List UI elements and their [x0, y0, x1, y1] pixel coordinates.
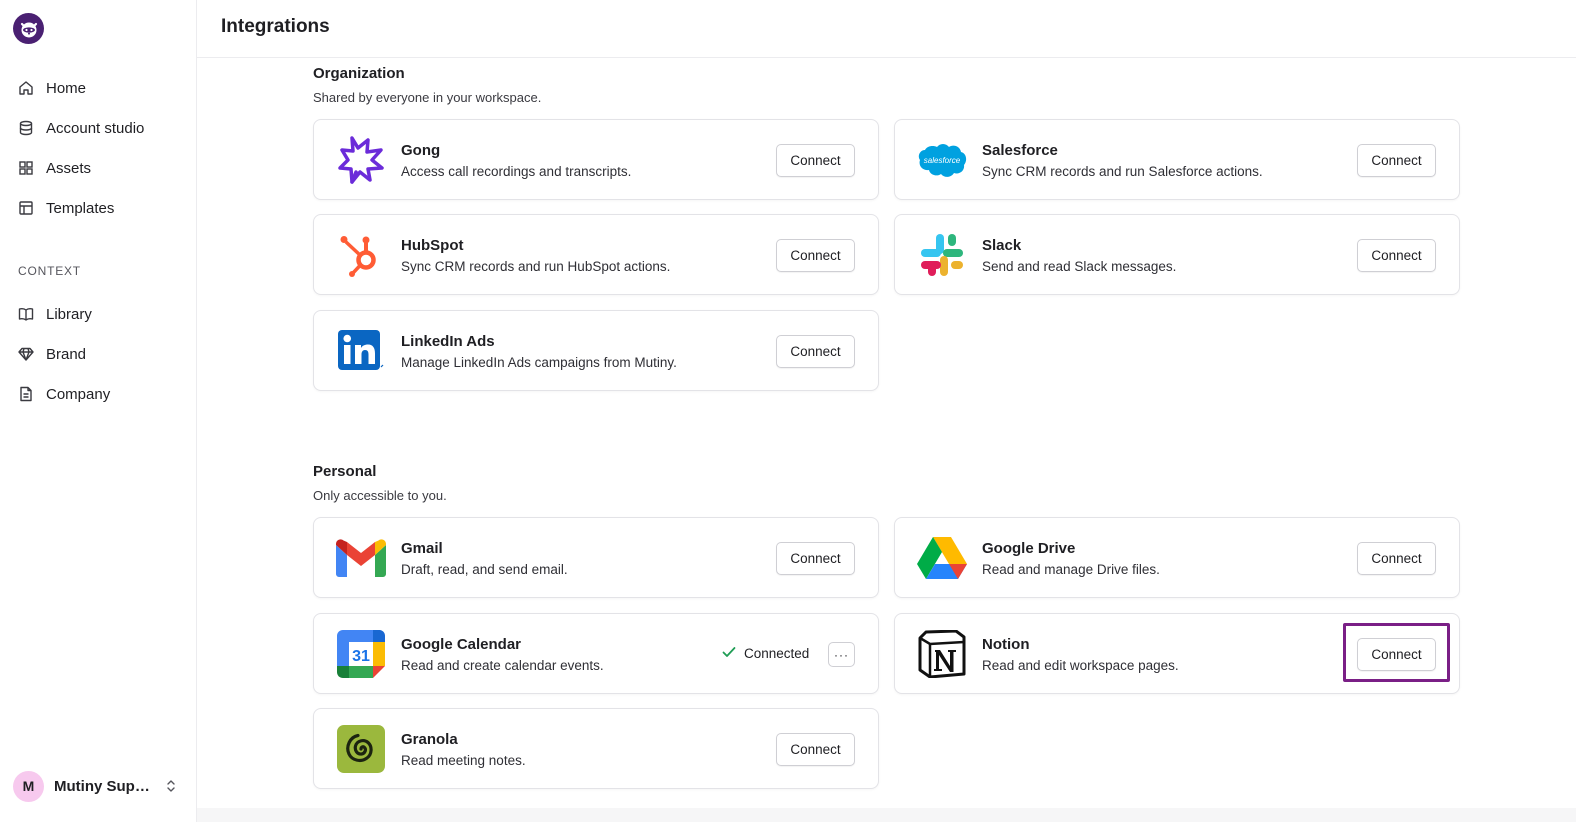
- document-icon: [18, 386, 34, 402]
- nav-item-library[interactable]: Library: [0, 294, 196, 334]
- integration-card-notion: Notion Read and edit workspace pages. Co…: [894, 613, 1460, 694]
- integration-description: Send and read Slack messages.: [982, 259, 1177, 274]
- nav-item-assets[interactable]: Assets: [0, 148, 196, 188]
- connected-label: Connected: [744, 645, 810, 661]
- connect-button[interactable]: Connect: [776, 542, 855, 575]
- user-name: Mutiny Support: [54, 777, 154, 795]
- linkedin-logo-icon: [336, 327, 386, 375]
- home-icon: [18, 80, 34, 96]
- nav-item-templates[interactable]: Templates: [0, 188, 196, 228]
- integration-card-granola: Granola Read meeting notes. Connect: [313, 708, 879, 789]
- integration-name: Granola: [401, 731, 458, 748]
- integration-card-linkedin-ads: LinkedIn Ads Manage LinkedIn Ads campaig…: [313, 310, 879, 391]
- nav-item-company[interactable]: Company: [0, 374, 196, 414]
- bottom-strip: [197, 808, 1576, 822]
- chevron-up-down-icon: [166, 779, 176, 793]
- context-heading: CONTEXT: [18, 264, 81, 278]
- page-title: Integrations: [221, 16, 330, 37]
- grid-icon: [18, 160, 34, 176]
- connect-button[interactable]: Connect: [1357, 239, 1436, 272]
- book-icon: [18, 306, 34, 322]
- calendar-date-text: 31: [352, 648, 370, 665]
- integration-card-hubspot: HubSpot Sync CRM records and run HubSpot…: [313, 214, 879, 295]
- integration-card-slack: Slack Send and read Slack messages. Conn…: [894, 214, 1460, 295]
- google-drive-logo-icon: [917, 534, 967, 582]
- database-icon: [18, 120, 34, 136]
- page-header: Integrations: [197, 0, 1576, 58]
- connected-status: Connected: [722, 645, 809, 661]
- integration-name: Gong: [401, 142, 441, 159]
- nav-item-label: Account studio: [46, 119, 145, 137]
- integration-card-gmail: Gmail Draft, read, and send email. Conne…: [313, 517, 879, 598]
- integration-card-google-drive: Google Drive Read and manage Drive files…: [894, 517, 1460, 598]
- salesforce-logo-text: salesforce: [924, 156, 961, 165]
- salesforce-logo-icon: salesforce: [917, 136, 967, 184]
- connect-button[interactable]: Connect: [776, 144, 855, 177]
- connect-button[interactable]: Connect: [776, 733, 855, 766]
- connect-button[interactable]: Connect: [1357, 144, 1436, 177]
- integration-name: HubSpot: [401, 237, 464, 254]
- diamond-icon: [18, 346, 34, 362]
- integration-description: Read and manage Drive files.: [982, 562, 1160, 577]
- user-switcher[interactable]: M Mutiny Support: [13, 770, 185, 802]
- nav-item-account-studio[interactable]: Account studio: [0, 108, 196, 148]
- main-content: Organization Shared by everyone in your …: [197, 58, 1576, 808]
- nav-item-label: Company: [46, 385, 111, 403]
- integration-name: Slack: [982, 237, 1022, 254]
- notion-logo-icon: [917, 630, 967, 678]
- app-logo[interactable]: [13, 13, 44, 44]
- integration-description: Access call recordings and transcripts.: [401, 164, 632, 179]
- nav-item-label: Assets: [46, 159, 92, 177]
- integration-name: Google Drive: [982, 540, 1076, 557]
- personal-subtitle: Only accessible to you.: [313, 488, 447, 503]
- layout-icon: [18, 200, 34, 216]
- integration-description: Sync CRM records and run Salesforce acti…: [982, 164, 1263, 179]
- integration-card-gong: Gong Access call recordings and transcri…: [313, 119, 879, 200]
- nav-item-label: Brand: [46, 345, 87, 363]
- connect-button[interactable]: Connect: [1357, 638, 1436, 671]
- integration-description: Read meeting notes.: [401, 753, 526, 768]
- gmail-logo-icon: [336, 534, 386, 582]
- nav-item-brand[interactable]: Brand: [0, 334, 196, 374]
- main-nav: Home Account studio Assets Templates: [0, 68, 196, 228]
- more-options-button[interactable]: ···: [828, 642, 855, 667]
- integration-description: Sync CRM records and run HubSpot actions…: [401, 259, 671, 274]
- sidebar: Home Account studio Assets Templates CON…: [0, 0, 197, 822]
- context-nav: Library Brand Company: [0, 294, 196, 414]
- integration-name: Notion: [982, 636, 1030, 653]
- integration-name: Gmail: [401, 540, 443, 557]
- integration-description: Read and edit workspace pages.: [982, 658, 1179, 673]
- hubspot-logo-icon: [336, 231, 386, 279]
- check-icon: [722, 645, 736, 661]
- organization-subtitle: Shared by everyone in your workspace.: [313, 90, 542, 105]
- raccoon-logo-icon: [20, 22, 37, 37]
- connect-button[interactable]: Connect: [776, 239, 855, 272]
- nav-item-label: Home: [46, 79, 87, 97]
- integration-name: LinkedIn Ads: [401, 333, 495, 350]
- nav-item-label: Library: [46, 305, 92, 323]
- connect-button[interactable]: Connect: [1357, 542, 1436, 575]
- integration-card-salesforce: salesforce Salesforce Sync CRM records a…: [894, 119, 1460, 200]
- integration-description: Draft, read, and send email.: [401, 562, 568, 577]
- gong-logo-icon: [336, 136, 386, 184]
- slack-logo-icon: [917, 231, 967, 279]
- google-calendar-logo-icon: 31: [336, 630, 386, 678]
- nav-item-home[interactable]: Home: [0, 68, 196, 108]
- integration-card-google-calendar: 31 Google Calendar Read and create calen…: [313, 613, 879, 694]
- avatar: M: [13, 770, 44, 802]
- integration-name: Salesforce: [982, 142, 1058, 159]
- personal-title: Personal: [313, 463, 377, 480]
- organization-title: Organization: [313, 65, 405, 82]
- integration-description: Manage LinkedIn Ads campaigns from Mutin…: [401, 355, 677, 370]
- granola-logo-icon: [336, 725, 386, 773]
- integration-name: Google Calendar: [401, 636, 522, 653]
- connect-button[interactable]: Connect: [776, 335, 855, 368]
- integration-description: Read and create calendar events.: [401, 658, 604, 673]
- nav-item-label: Templates: [46, 199, 115, 217]
